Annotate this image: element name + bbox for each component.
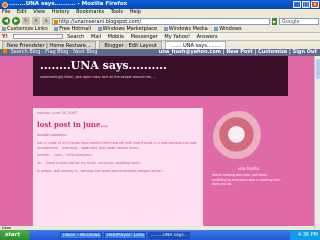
bookmark-icon [97,26,102,31]
bookmarks-toolbar: Customize Links Free Hotmail Windows Mar… [0,26,320,33]
taskbar-item-firefox[interactable]: ........UNA says... [148,231,190,239]
blog-post: sunday, june 24, 2007 lost post in june.… [33,108,203,230]
taskbar-item-windows-live[interactable]: Inbox - Windows Live... [60,231,102,239]
stop-button[interactable]: × [32,17,40,25]
blogger-user-links[interactable]: una_hush@yahoo.com | New Post | Customiz… [159,49,317,56]
profile-image[interactable] [213,111,265,163]
bookmark-icon [214,26,219,31]
menu-bookmarks[interactable]: Bookmarks [76,9,104,15]
yahoo-search-input[interactable] [12,34,63,39]
bookmark-windows[interactable]: Windows [214,26,242,32]
blogger-favicon [54,19,58,24]
yahoo-messenger-button[interactable]: Messenger [131,34,158,40]
post-paragraph: assalamualaikum.. [37,133,68,137]
page-content: ........UNA says.......... unbecomingly … [0,56,320,230]
profile-name[interactable]: una hasha [238,166,288,171]
minimize-button[interactable]: _ [293,1,301,8]
scrollbar-thumb[interactable] [316,59,320,79]
home-button[interactable]: ⌂ [42,17,50,25]
search-input[interactable]: Google [279,17,319,25]
bookmark-icon [2,26,6,31]
menu-file[interactable]: File [2,9,10,15]
tab-blogger-edit-layout[interactable]: Blogger : Edit Layout [99,41,162,49]
bookmark-icon [54,26,59,31]
window-title-bar: ........UNA says.......... - Mozilla Fir… [0,0,320,9]
menu-bar: File Edit View History Bookmarks Tools H… [0,9,320,16]
taskbar-item-realplayer[interactable]: RealPlayer: Lady Ma... [104,231,146,239]
yahoo-answers-button[interactable]: Answers [197,34,218,40]
back-button[interactable]: ◀ [2,17,10,25]
post-date: sunday, june 24, 2007 [37,111,78,115]
menu-history[interactable]: History [52,9,70,15]
my-yahoo-button[interactable]: My Yahoo! [164,34,190,40]
tab-friendster[interactable]: New Friendster | Home Reshare... [2,41,96,49]
close-button[interactable]: × [311,1,319,8]
yahoo-search-button[interactable]: Search [67,34,84,40]
post-title[interactable]: lost post in june... [37,120,199,129]
post-paragraph: ok... i have a short call on my mind.. s… [37,161,143,166]
menu-tools[interactable]: Tools [111,9,123,15]
firefox-icon [2,1,8,8]
bookmark-free-hotmail[interactable]: Free Hotmail [54,26,91,32]
start-button[interactable]: start [0,230,30,240]
vertical-scrollbar[interactable] [314,56,320,230]
blogger-logo-icon[interactable] [3,49,7,53]
address-bar[interactable]: http://unaroserani.blogspot.com/ [52,17,270,25]
system-tray-clock: 4:36 PM [290,230,320,240]
post-paragraph: hari ni most of my friends have started … [37,140,197,150]
reload-button[interactable]: ↻ [22,17,30,25]
menu-edit[interactable]: Edit [17,9,27,15]
window-title: ........UNA says.......... - Mozilla Fir… [9,1,128,7]
blog-description: unbecomingly fallen, pen open crazy and … [40,75,156,79]
yahoo-mobile-button[interactable]: Mobile [108,34,124,40]
post-paragraph: hi peeps.. dah sunday ni.. semoga hari a… [37,168,165,173]
taskbar: start Inbox - Windows Live... RealPlayer… [0,230,320,240]
blogger-navbar: Search Blog · Flag Blog · Next Blog una_… [0,49,320,56]
bookmark-windows-marketplace[interactable]: Windows Marketplace [97,26,157,32]
yahoo-logo[interactable]: Y! [2,34,8,40]
forward-button[interactable]: ▶ [12,17,20,25]
navigation-toolbar: ◀ ▶ ↻ × ⌂ http://unaroserani.blogspot.co… [0,16,320,26]
bookmark-icon [163,26,168,31]
blogger-nav-left[interactable]: Search Blog · Flag Blog · Next Blog [11,49,98,55]
bookmark-customize-links[interactable]: Customize Links [2,26,48,32]
tab-una-says[interactable]: ........UNA says......... [165,41,227,49]
menu-view[interactable]: View [33,9,45,15]
yahoo-toolbar: Y! Search Mail Mobile Messenger My Yahoo… [0,33,320,41]
maximize-button[interactable]: □ [302,1,310,8]
address-text: http://unaroserani.blogspot.com/ [59,18,142,25]
blog-sidebar: una hasha Haha! sedang bermain, not teac… [208,108,288,230]
profile-about: Haha! sedang bermain, not teach anything… [212,173,282,186]
post-paragraph: hmmm... i just... i miss everyone.. [37,153,94,158]
blog-title[interactable]: ........UNA says.......... [40,59,167,72]
go-button[interactable]: ▶ [272,17,277,25]
yahoo-mail-button[interactable]: Mail [91,34,101,40]
menu-help[interactable]: Help [130,9,141,15]
bookmark-windows-media[interactable]: Windows Media [163,26,208,32]
blog-header: ........UNA says.......... unbecomingly … [33,56,288,96]
tab-bar: New Friendster | Home Reshare... Blogger… [0,41,320,49]
